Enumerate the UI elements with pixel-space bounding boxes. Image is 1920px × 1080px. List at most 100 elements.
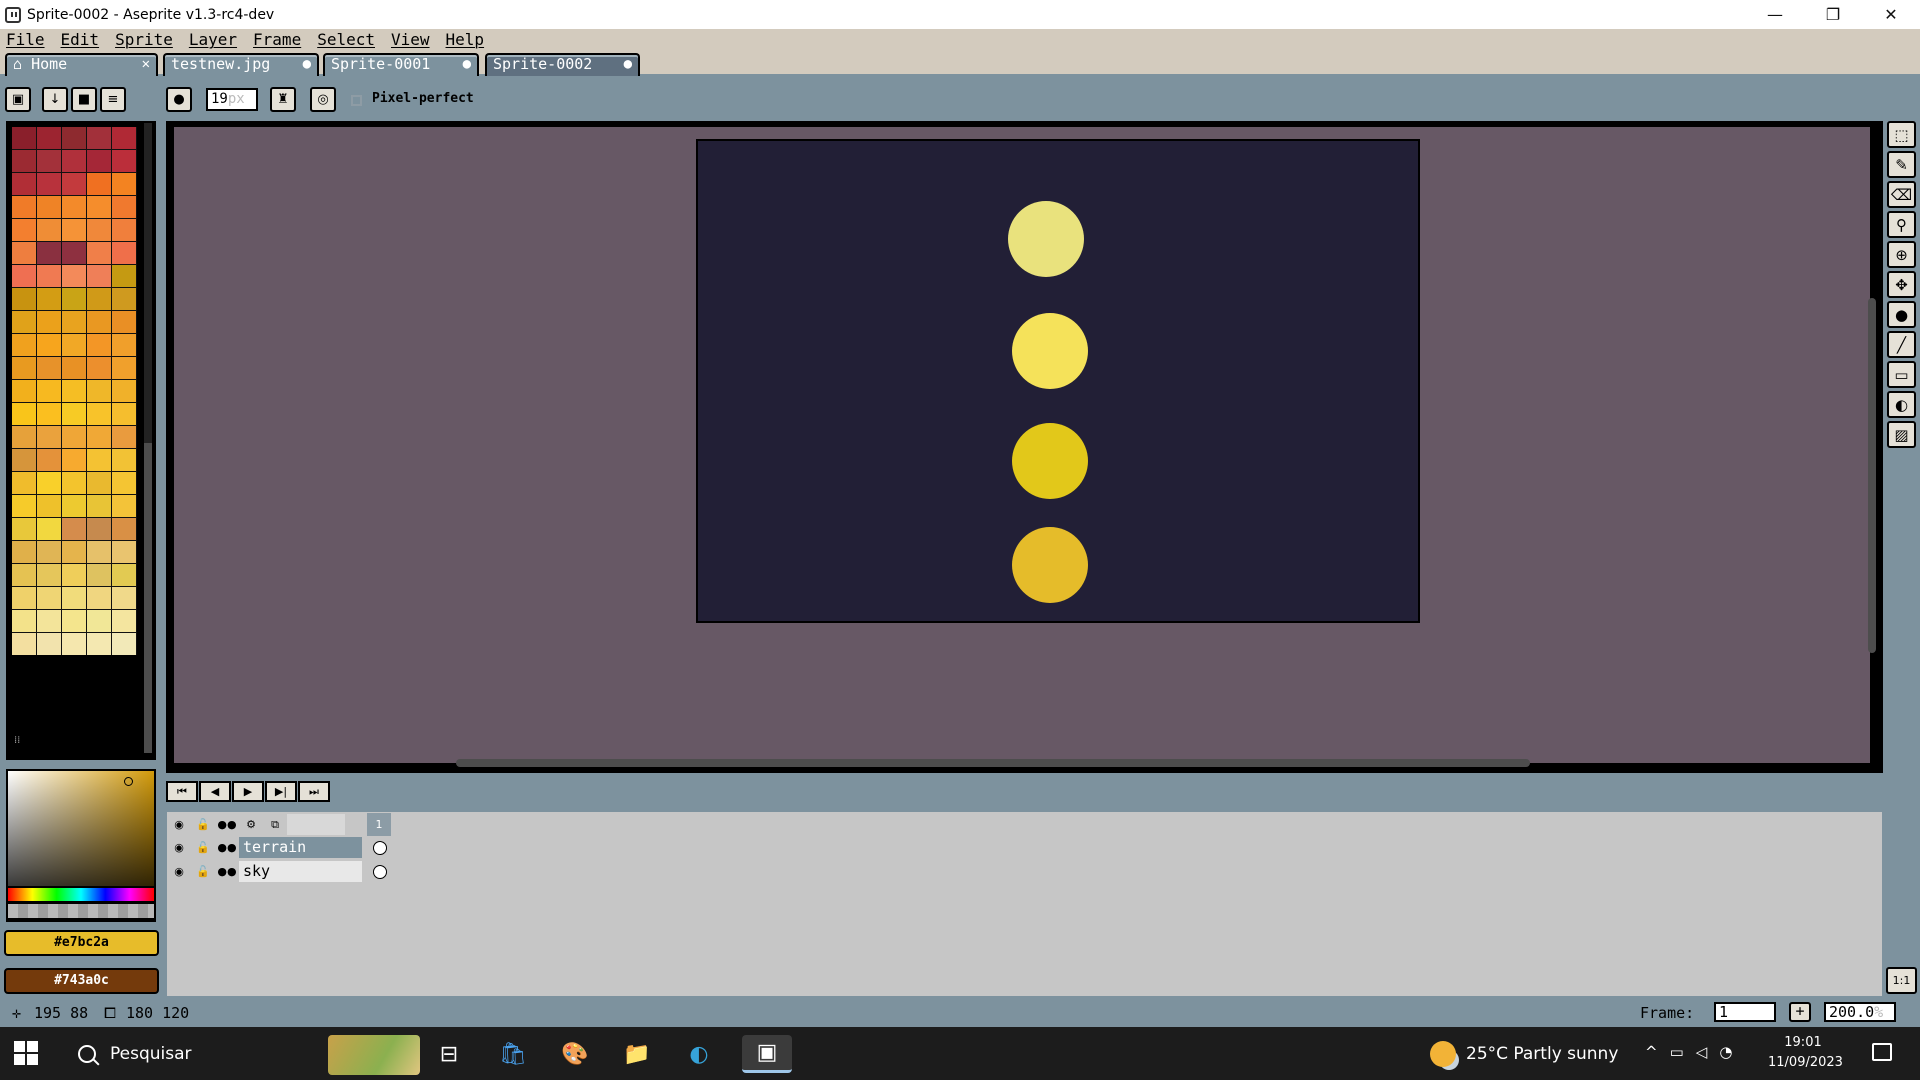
windows-start-icon[interactable] [14, 1041, 38, 1065]
palette-swatch[interactable] [37, 150, 61, 172]
palette-swatch[interactable] [112, 633, 136, 655]
palette-swatch[interactable] [12, 495, 36, 517]
eyedropper-tool-button[interactable]: ⚲ [1887, 211, 1916, 238]
palette-swatch[interactable] [12, 380, 36, 402]
edge-browser-icon[interactable]: ◐ [680, 1035, 718, 1073]
palette-swatch[interactable] [112, 242, 136, 264]
palette-swatch[interactable] [12, 633, 36, 655]
palette-swatch[interactable] [37, 127, 61, 149]
palette-swatch[interactable] [112, 495, 136, 517]
palette-swatch[interactable] [112, 564, 136, 586]
battery-icon[interactable]: ▭ [1670, 1043, 1696, 1061]
minimize-button[interactable]: — [1746, 0, 1804, 29]
palette-scrollbar-thumb[interactable] [144, 443, 152, 753]
tab-modified-icon[interactable]: ● [463, 55, 471, 74]
palette-swatch[interactable] [87, 242, 111, 264]
dynamics-button[interactable]: ◎ [310, 87, 336, 112]
palette-swatch[interactable] [62, 472, 86, 494]
palette-swatch[interactable] [12, 541, 36, 563]
tab-testnew[interactable]: testnew.jpg ● [163, 53, 319, 76]
palette-swatch[interactable] [87, 472, 111, 494]
zoom-input[interactable]: 200.0% [1824, 1002, 1896, 1022]
palette-sort-button[interactable]: ↓ [42, 87, 68, 112]
palette-swatch[interactable] [112, 265, 136, 287]
palette-swatch[interactable] [37, 610, 61, 632]
vertical-scrollbar[interactable] [1868, 298, 1876, 653]
palette-swatch[interactable] [62, 150, 86, 172]
palette-swatch[interactable] [62, 426, 86, 448]
new-frame-button[interactable]: + [1789, 1002, 1811, 1022]
maximize-button[interactable]: ❐ [1804, 0, 1862, 29]
file-explorer-icon[interactable]: 📁 [618, 1035, 656, 1073]
palette-swatch[interactable] [62, 518, 86, 540]
menu-frame[interactable]: Frame [253, 30, 301, 49]
palette-swatch[interactable] [112, 403, 136, 425]
palette-swatch[interactable] [112, 127, 136, 149]
palette-swatch[interactable] [112, 380, 136, 402]
menu-help[interactable]: Help [446, 30, 485, 49]
task-view-icon[interactable]: ⊟ [430, 1035, 468, 1073]
palette-swatch[interactable] [62, 495, 86, 517]
palette-swatch[interactable] [12, 357, 36, 379]
palette-swatch[interactable] [12, 449, 36, 471]
notification-icon[interactable] [1872, 1043, 1892, 1061]
weather-widget[interactable]: 25°C Partly sunny [1430, 1041, 1618, 1067]
palette-swatch[interactable] [112, 472, 136, 494]
palette-swatch[interactable] [12, 564, 36, 586]
frame-input[interactable]: 1 [1714, 1002, 1776, 1022]
tab-modified-icon[interactable]: ● [624, 55, 632, 74]
palette-swatch[interactable] [62, 173, 86, 195]
menu-select[interactable]: Select [317, 30, 375, 49]
palette-lock-button[interactable]: ▣ [5, 87, 31, 112]
first-frame-button[interactable]: ⏮ [166, 781, 198, 802]
ink-type-button[interactable]: ♜ [270, 87, 296, 112]
zoom-reset-button[interactable]: 1:1 [1886, 967, 1917, 994]
gear-icon[interactable]: ⚙ [239, 813, 263, 836]
play-button[interactable]: ▶ [232, 781, 264, 802]
foreground-color-swatch[interactable]: #e7bc2a [4, 930, 159, 956]
palette-swatch[interactable] [87, 495, 111, 517]
palette-swatch[interactable] [37, 472, 61, 494]
pencil-tool-button[interactable]: ✎ [1887, 151, 1916, 178]
tab-close-icon[interactable]: ✕ [142, 55, 150, 74]
palette-swatch[interactable] [37, 288, 61, 310]
palette-swatch[interactable] [12, 288, 36, 310]
palette-swatch[interactable] [62, 357, 86, 379]
continuous-icon[interactable]: ●● [215, 836, 239, 859]
palette-swatch[interactable] [87, 518, 111, 540]
palette-swatch[interactable] [112, 426, 136, 448]
palette-swatch[interactable] [87, 587, 111, 609]
palette-swatch[interactable] [37, 541, 61, 563]
contour-tool-button[interactable]: ◐ [1887, 391, 1916, 418]
eye-icon[interactable]: ◉ [167, 860, 191, 883]
palette-swatch[interactable] [62, 449, 86, 471]
palette-swatch[interactable] [87, 403, 111, 425]
palette-swatch[interactable] [87, 127, 111, 149]
palette-swatch[interactable] [12, 518, 36, 540]
clock[interactable]: 19:01 11/09/2023 [1768, 1033, 1843, 1073]
palette-swatch[interactable] [12, 196, 36, 218]
palette-swatch[interactable] [37, 564, 61, 586]
frame-number-header[interactable]: 1 [367, 813, 391, 836]
blur-tool-button[interactable]: ▨ [1887, 421, 1916, 448]
palette-swatch[interactable] [12, 173, 36, 195]
palette-presets-button[interactable]: ■ [71, 87, 97, 112]
palette-swatch[interactable] [112, 219, 136, 241]
palette-swatch[interactable] [37, 633, 61, 655]
palette-swatch[interactable] [62, 633, 86, 655]
aseprite-taskbar-icon[interactable]: ▣ [742, 1035, 792, 1073]
continuous-icon[interactable]: ●● [215, 813, 239, 836]
palette-swatch[interactable] [62, 564, 86, 586]
palette-swatch[interactable] [62, 219, 86, 241]
palette-swatch[interactable] [37, 173, 61, 195]
palette-swatch[interactable] [62, 334, 86, 356]
palette-swatch[interactable] [37, 587, 61, 609]
palette-swatch[interactable] [12, 610, 36, 632]
wifi-icon[interactable]: ◔ [1719, 1043, 1744, 1061]
palette-swatch[interactable] [87, 426, 111, 448]
lock-icon[interactable]: 🔓 [191, 836, 215, 859]
paint-icon[interactable]: 🎨 [556, 1035, 594, 1073]
palette-swatch[interactable] [87, 288, 111, 310]
palette-swatch[interactable] [37, 311, 61, 333]
system-tray[interactable]: ^▭◁◔ [1645, 1043, 1744, 1061]
